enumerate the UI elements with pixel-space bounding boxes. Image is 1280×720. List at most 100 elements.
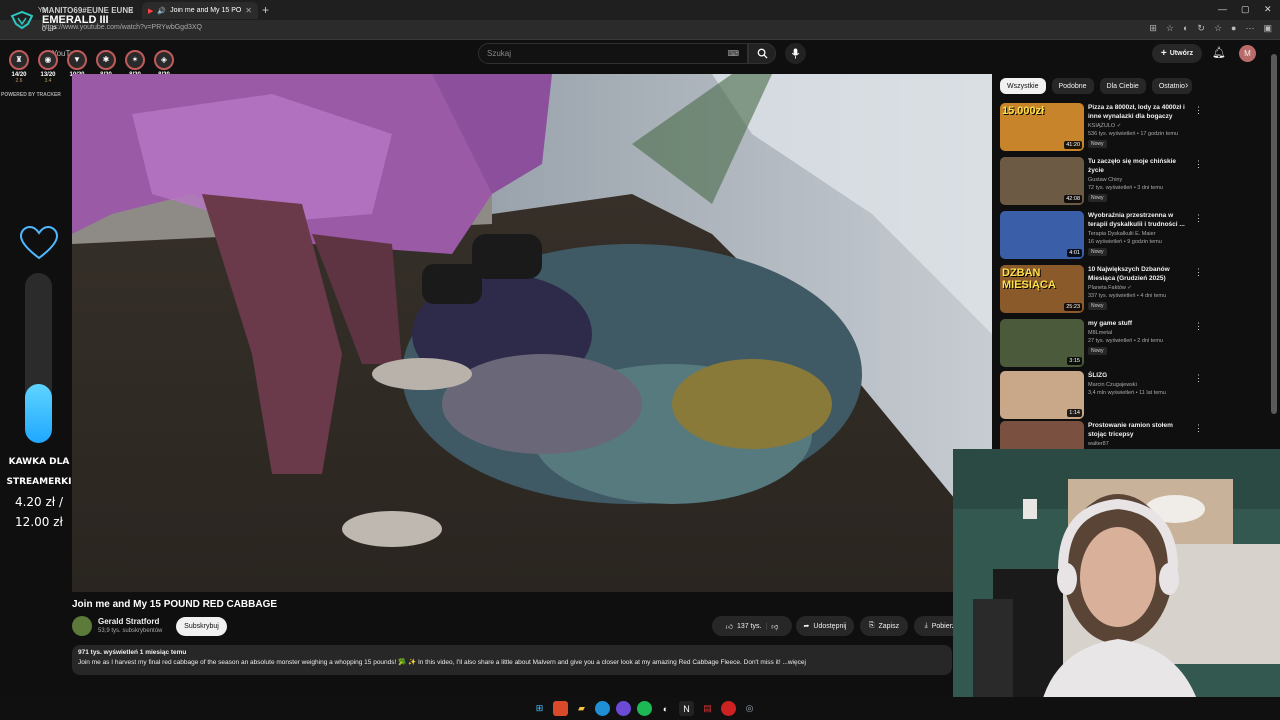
champion-icon: ♜ xyxy=(9,50,29,70)
recommendation-title[interactable]: Prostowanie ramion stołem stojąc triceps… xyxy=(1088,421,1188,439)
windows-taskbar: ⊞ ▰ ◐ N ▤ ◎ xyxy=(0,697,1280,720)
description-text: Join me as I harvest my final red cabbag… xyxy=(78,659,806,666)
notifications-bell-icon[interactable]: 🔔︎ xyxy=(1212,46,1226,59)
duration-badge: 41:20 xyxy=(1064,141,1082,149)
recommendation-channel[interactable]: KSIĄŻULO ✓ xyxy=(1088,123,1121,129)
powered-by-label: POWERED BY TRACKER xyxy=(1,92,61,98)
recommendation-channel[interactable]: walter87 xyxy=(1088,441,1109,447)
recommendation-channel[interactable]: M8Lmetal xyxy=(1088,330,1112,336)
goal-amount-current: 4.20 zł / xyxy=(14,495,64,509)
video-player[interactable] xyxy=(72,74,992,592)
obs-icon[interactable]: ◐ xyxy=(658,701,673,716)
voice-search-button[interactable] xyxy=(785,43,806,64)
video-frame-image xyxy=(72,74,992,592)
reload-icon[interactable]: ↻ xyxy=(1197,23,1205,34)
windows-start-icon[interactable]: ⊞ xyxy=(532,701,547,716)
like-dislike-button[interactable]: 👍︎ 137 tys. | 👎︎ xyxy=(712,616,792,636)
recommendation-title[interactable]: Pizza za 8000zł, lody za 4000zł i inne w… xyxy=(1088,103,1188,121)
video-description[interactable]: 971 tys. wyświetleń 1 miesiąc temu Join … xyxy=(72,645,952,675)
recommendation-item[interactable]: 4:01 Wyobraźnia przestrzenna w terapii dy… xyxy=(1000,211,1270,261)
scrollbar[interactable] xyxy=(1271,54,1277,414)
recommendation-title[interactable]: Tu zaczęło się moje chińskie życie xyxy=(1088,157,1188,175)
window-close-button[interactable]: ✕ xyxy=(1264,4,1272,15)
recommendation-title[interactable]: my game stuff xyxy=(1088,319,1188,328)
more-options-icon[interactable]: ⋮ xyxy=(1194,267,1203,278)
video-thumbnail[interactable]: 15.000zł 41:20 xyxy=(1000,103,1084,151)
champion-icon: ✱ xyxy=(96,50,116,70)
download-label: Pobierz xyxy=(931,622,956,630)
duration-badge: 3:15 xyxy=(1067,357,1082,365)
channel-name[interactable]: Gerald Stratford xyxy=(98,617,159,626)
maximize-button[interactable]: ▢ xyxy=(1241,4,1250,15)
discord-icon[interactable] xyxy=(616,701,631,716)
more-options-icon[interactable]: ⋮ xyxy=(1194,321,1203,332)
recommendation-item[interactable]: 3:15 my game stuff M8Lmetal 27 tys. wyświet… xyxy=(1000,319,1270,369)
video-thumbnail[interactable]: 42:08 xyxy=(1000,157,1084,205)
new-tab-button[interactable]: + xyxy=(262,3,269,17)
champion-icon: ▼ xyxy=(67,50,87,70)
profile-icon[interactable]: ● xyxy=(1231,23,1236,34)
video-thumbnail[interactable]: 4:01 xyxy=(1000,211,1084,259)
recommendation-channel[interactable]: Planeta Faktów ✓ xyxy=(1088,285,1132,291)
sidebar-icon[interactable]: ▣ xyxy=(1263,23,1272,34)
recommendation-channel[interactable]: Marcin Czugajewski xyxy=(1088,382,1137,388)
save-button[interactable]: ⎘ Zapisz xyxy=(860,616,908,636)
search-input[interactable]: Szukaj ⌨ xyxy=(478,43,748,64)
account-avatar[interactable]: M xyxy=(1239,45,1256,62)
channel-avatar[interactable] xyxy=(72,616,92,636)
chip-related[interactable]: Podobne xyxy=(1051,78,1094,94)
firefox-icon[interactable] xyxy=(553,701,568,716)
subscribe-button[interactable]: Subskrybuj xyxy=(176,617,227,636)
recommendation-title[interactable]: ŚLIZG xyxy=(1088,371,1188,380)
recommendation-item[interactable]: 15.000zł 41:20 Pizza za 8000zł, lody za 40… xyxy=(1000,103,1270,153)
video-thumbnail[interactable]: 3:15 xyxy=(1000,319,1084,367)
file-explorer-icon[interactable]: ▰ xyxy=(574,701,589,716)
share-button[interactable]: ➦ Udostępnij xyxy=(796,616,854,636)
create-button[interactable]: + Utwórz xyxy=(1152,44,1202,63)
more-options-icon[interactable]: ⋮ xyxy=(1194,105,1203,116)
new-badge: Nowy xyxy=(1088,248,1107,256)
new-badge: Nowy xyxy=(1088,140,1107,148)
recommendation-item[interactable]: 42:08 Tu zaczęło się moje chińskie życie G… xyxy=(1000,157,1270,207)
close-icon[interactable]: ✕ xyxy=(245,6,252,15)
more-options-icon[interactable]: ⋮ xyxy=(1194,373,1203,384)
video-thumbnail[interactable]: DZBAN MIESIĄCA 25:23 xyxy=(1000,265,1084,313)
minimize-button[interactable]: — xyxy=(1218,4,1227,14)
more-icon[interactable]: ⋯ xyxy=(1245,23,1254,34)
edge-icon[interactable] xyxy=(595,701,610,716)
steam-icon[interactable]: ◎ xyxy=(742,701,757,716)
more-options-icon[interactable]: ⋮ xyxy=(1194,213,1203,224)
favorites-icon[interactable]: ☆ xyxy=(1214,23,1222,34)
thumbs-down-icon[interactable]: 👎︎ xyxy=(771,622,778,631)
recommendation-item[interactable]: 1:14 ŚLIZG Marcin Czugajewski 3,4 mln wyświ… xyxy=(1000,371,1270,421)
more-options-icon[interactable]: ⋮ xyxy=(1194,159,1203,170)
chip-all[interactable]: Wszystkie xyxy=(1000,78,1046,94)
recommendation-item[interactable]: DZBAN MIESIĄCA 25:23 10 Największych Dzban… xyxy=(1000,265,1270,315)
thumbs-up-icon[interactable]: 👍︎ xyxy=(726,622,733,631)
stat-kda: 3.4 xyxy=(44,78,52,84)
video-thumbnail[interactable]: 1:14 xyxy=(1000,371,1084,419)
new-badge: Nowy xyxy=(1088,194,1107,202)
app-icon[interactable] xyxy=(721,701,736,716)
heart-icon xyxy=(19,225,59,260)
recommendation-channel[interactable]: Terapia Dyskalkulii E. Maier xyxy=(1088,231,1156,237)
notion-icon[interactable]: N xyxy=(679,701,694,716)
recommendation-title[interactable]: Wyobraźnia przestrzenna w terapii dyskal… xyxy=(1088,211,1188,229)
webcam-image xyxy=(953,449,1280,720)
recommendation-channel[interactable]: Gustaw Chiny xyxy=(1088,177,1122,183)
keyboard-icon[interactable]: ⌨ xyxy=(727,49,739,58)
extension-icon[interactable]: ◐ xyxy=(1183,23,1188,34)
spotify-icon[interactable] xyxy=(637,701,652,716)
recommendation-title[interactable]: 10 Największych Dzbanów Miesiąca (Grudzi… xyxy=(1088,265,1188,283)
recommendation-views: 536 tys. wyświetleń • 17 godzin temu xyxy=(1088,131,1178,137)
champion-icon: ✶ xyxy=(125,50,145,70)
champion-stat: ♜ 14/20 2.6 xyxy=(8,50,30,84)
bookmark-star-icon[interactable]: ☆ xyxy=(1166,23,1174,34)
chevron-right-icon[interactable]: › xyxy=(1185,80,1188,91)
search-button[interactable] xyxy=(748,43,776,64)
calendar-icon[interactable]: ▤ xyxy=(700,701,715,716)
filter-chips: Wszystkie Podobne Dla Ciebie Ostatnio xyxy=(1000,78,1192,94)
more-options-icon[interactable]: ⋮ xyxy=(1194,423,1203,434)
translate-icon[interactable]: ⊞ xyxy=(1149,23,1157,34)
chip-for-you[interactable]: Dla Ciebie xyxy=(1099,78,1146,94)
